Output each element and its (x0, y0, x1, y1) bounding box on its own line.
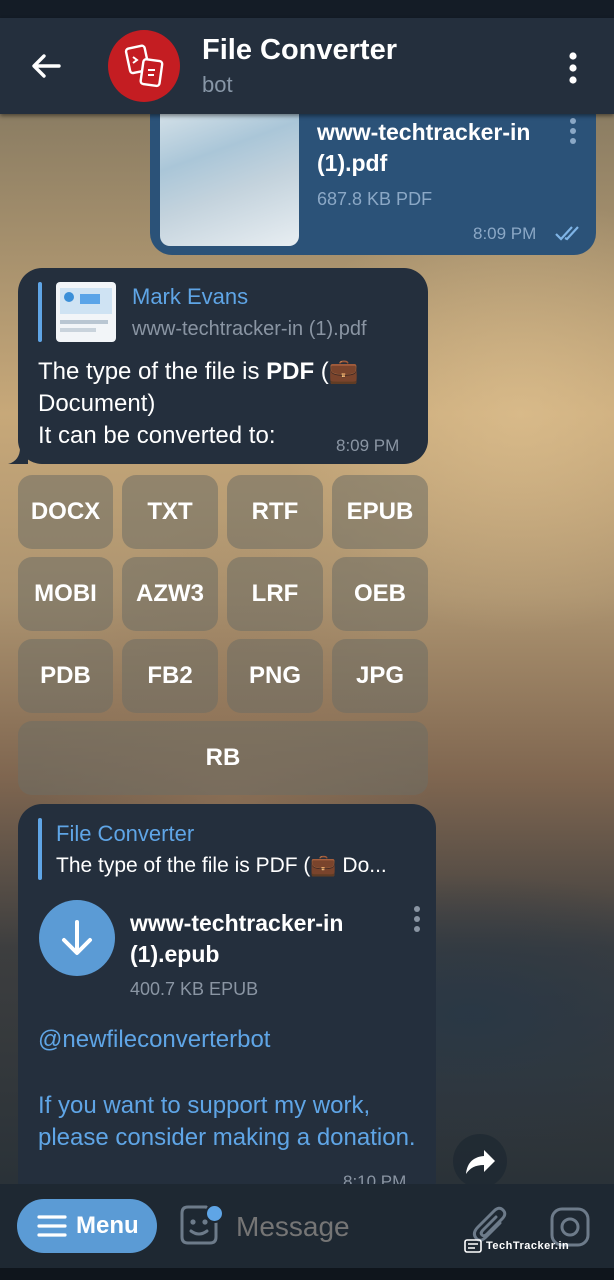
status-bar (0, 0, 614, 18)
convert-button-mobi[interactable]: MOBI (18, 557, 113, 631)
forward-button[interactable] (453, 1134, 507, 1184)
file-convert-logo-icon (124, 44, 164, 88)
message-time: 8:10 PM (343, 1172, 407, 1184)
more-vertical-icon[interactable] (409, 904, 425, 940)
file-thumbnail[interactable] (160, 114, 299, 246)
chat-title[interactable]: File Converter (202, 34, 397, 67)
more-vertical-icon[interactable] (556, 48, 590, 88)
watermark-text: TechTracker.in (486, 1240, 570, 1252)
file-name[interactable]: www-techtracker-in (1).pdf (317, 117, 557, 179)
more-vertical-icon[interactable] (565, 116, 581, 152)
message-time: 8:09 PM (336, 436, 400, 455)
reply-author[interactable]: File Converter (56, 821, 194, 847)
convert-button-png[interactable]: PNG (227, 639, 323, 713)
menu-button-label: Menu (76, 1212, 139, 1239)
convert-button-oeb[interactable]: OEB (332, 557, 428, 631)
convert-button-fb2[interactable]: FB2 (122, 639, 218, 713)
convert-button-jpg[interactable]: JPG (332, 639, 428, 713)
donation-link[interactable]: If you want to support my work, please c… (38, 1090, 428, 1154)
chat-background: www-techtracker-in (1).pdf 687.8 KB PDF … (0, 114, 614, 1184)
reply-quote-bar (38, 282, 42, 342)
chat-header: File Converter bot (0, 18, 614, 114)
double-check-icon (555, 226, 579, 241)
message-time: 8:09 PM (473, 224, 537, 243)
converted-file-message[interactable]: File Converter The type of the file is P… (18, 804, 436, 1184)
file-meta: 687.8 KB PDF (317, 189, 433, 209)
convert-button-pdb[interactable]: PDB (18, 639, 113, 713)
convert-button-docx[interactable]: DOCX (18, 475, 113, 549)
convert-button-rb[interactable]: RB (18, 721, 428, 795)
convert-button-epub[interactable]: EPUB (332, 475, 428, 549)
convert-button-txt[interactable]: TXT (122, 475, 218, 549)
navigation-bar (0, 1268, 614, 1280)
file-type-bold: PDF (266, 358, 315, 385)
watermark-logo-icon (464, 1239, 482, 1253)
watermark: TechTracker.in (464, 1237, 569, 1255)
message-input-bar: Menu TechTracker.in (0, 1184, 614, 1268)
bot-mention-link[interactable]: @newfileconverterbot (38, 1024, 270, 1056)
bubble-tail (8, 448, 28, 464)
reply-quote-bar (38, 818, 42, 880)
reply-quote-text: www-techtracker-in (1).pdf (132, 318, 367, 340)
share-forward-icon (466, 1150, 495, 1174)
reply-thumbnail (56, 282, 116, 342)
download-icon (62, 920, 92, 955)
bot-avatar[interactable] (108, 30, 180, 102)
reply-author[interactable]: Mark Evans (132, 284, 248, 310)
convert-button-azw3[interactable]: AZW3 (122, 557, 218, 631)
menu-button[interactable]: Menu (17, 1199, 157, 1253)
convert-button-rtf[interactable]: RTF (227, 475, 323, 549)
reply-quote-text: The type of the file is PDF (💼 Do... (56, 854, 387, 877)
bot-reply-message[interactable]: Mark Evans www-techtracker-in (1).pdf Th… (18, 268, 428, 464)
file-meta: 400.7 KB EPUB (130, 979, 259, 999)
hamburger-icon (37, 1215, 67, 1237)
chat-subtitle: bot (202, 72, 233, 97)
file-name[interactable]: www-techtracker-in (1).epub (130, 908, 380, 970)
message-text-line2: It can be converted to: (38, 422, 276, 449)
message-input[interactable] (234, 1204, 448, 1250)
message-text-prefix: The type of the file is (38, 358, 267, 385)
arrow-left-icon[interactable] (28, 48, 64, 84)
sent-file-message[interactable]: www-techtracker-in (1).pdf 687.8 KB PDF … (150, 114, 596, 255)
notification-dot (205, 1204, 224, 1223)
download-button[interactable] (39, 900, 115, 976)
convert-button-lrf[interactable]: LRF (227, 557, 323, 631)
